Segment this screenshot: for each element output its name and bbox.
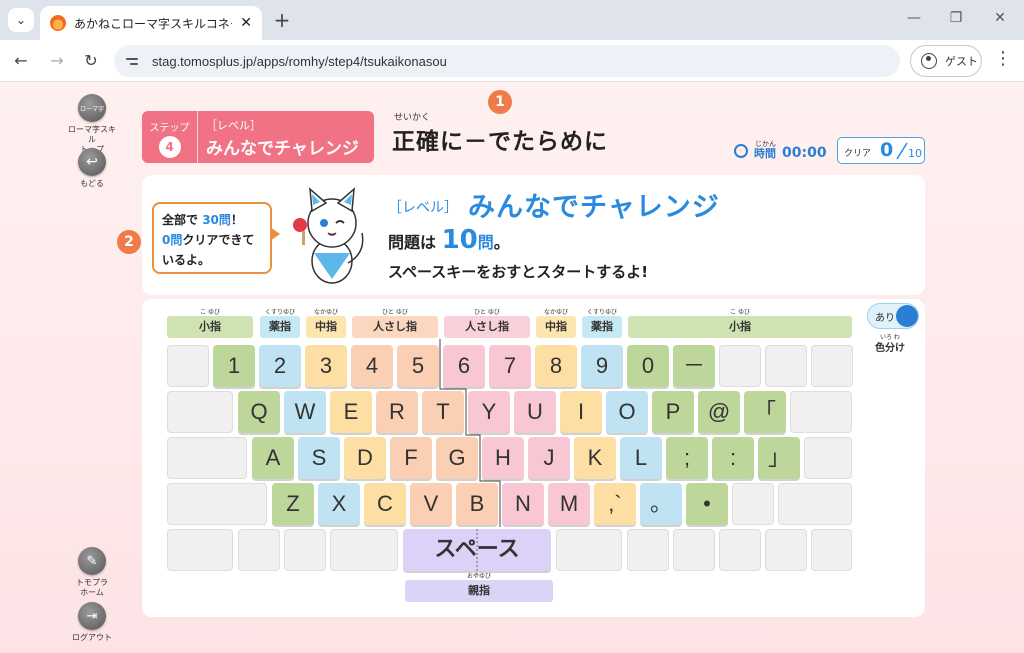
progress-speech-bubble: 全部で 30問！ 0問クリアできて いるよ。 <box>152 202 272 274</box>
bubble-text: ！ <box>230 213 243 227</box>
bubble-text: 全部で <box>162 213 199 227</box>
browser-menu-icon[interactable]: ⋮ <box>994 48 1012 69</box>
timer: 時間 00:00 <box>734 144 827 161</box>
step-number-block: ステップ 4 <box>142 111 198 163</box>
level-name: みんなでチャレンジ <box>468 192 720 223</box>
profile-guest-button[interactable]: ゲスト <box>910 45 982 77</box>
clear-total: 10 <box>908 147 922 160</box>
question-number: 10 <box>441 225 478 255</box>
browser-toolbar: ← → ↻ stag.tomosplus.jp/apps/romhy/step4… <box>0 40 1024 82</box>
cat-mascot-icon <box>293 187 364 284</box>
marker-2: 2 <box>117 230 141 254</box>
step-number: 4 <box>158 136 181 158</box>
site-settings-icon[interactable] <box>126 53 142 69</box>
url-text: stag.tomosplus.jp/apps/romhy/step4/tsuka… <box>152 53 447 69</box>
question-unit: 問 <box>477 233 494 252</box>
step-word: ステップ <box>149 123 190 134</box>
keyboard-card: こ ゆび 小指 くすりゆび 薬指 なかゆび 中指 ひと ゆび 人さし指 ひと ゆび 人さし… <box>142 299 925 617</box>
tomopla-home-button[interactable]: ✎ トモプラ ホーム <box>67 547 117 598</box>
restore-button[interactable]: ❐ <box>946 10 966 26</box>
sidebar-item-label: もどる <box>80 179 104 188</box>
timer-value: 00:00 <box>782 145 827 161</box>
forward-arrow-icon[interactable]: → <box>46 50 68 72</box>
step-level-name: みんなでチャレンジ <box>206 139 359 159</box>
site-favicon-icon <box>50 15 66 31</box>
question-prefix: 問題は <box>388 233 437 252</box>
question-suffix: 。 <box>493 233 510 252</box>
logout-button[interactable]: ⇥ ログアウト <box>67 602 117 643</box>
sidebar-item-label: ログアウト <box>72 633 112 642</box>
browser-tab[interactable]: あかねこローマ字スキルコネクト タイピ ✕ <box>40 6 262 40</box>
bubble-text: クリアできて <box>182 233 255 247</box>
window-close-button[interactable]: ✕ <box>990 10 1010 26</box>
profile-icon <box>921 53 937 69</box>
hand-split-line <box>439 339 501 577</box>
romaji-icon: ローマ字 <box>78 94 106 122</box>
step-level-label: ［レベル］ <box>206 119 261 132</box>
new-tab-button[interactable]: + <box>272 8 292 32</box>
minimize-button[interactable]: — <box>904 10 924 26</box>
romaji-skill-top-button[interactable]: ローマ字 ローマ字スキル トップ <box>67 94 117 155</box>
guest-label: ゲスト <box>945 55 978 68</box>
step-badge: ステップ 4 ［レベル］ みんなでチャレンジ <box>142 111 374 163</box>
clear-counter: クリア 0 10 <box>837 137 925 164</box>
question-count: 問題は 10問。 <box>388 225 510 255</box>
bubble-total: 30問 <box>202 213 231 227</box>
start-instruction: スペースキーをおすとスタートするよ! <box>388 263 649 281</box>
logout-icon: ⇥ <box>78 602 106 630</box>
reload-icon[interactable]: ↻ <box>80 50 102 72</box>
tab-close-icon[interactable]: ✕ <box>240 15 252 31</box>
browser-tab-bar: ⌄ あかねこローマ字スキルコネクト タイピ ✕ + — ❐ ✕ <box>0 0 1024 40</box>
app-content: ローマ字 ローマ字スキル トップ ↩ もどる ✎ トモプラ ホーム ⇥ ログアウ… <box>0 82 1024 653</box>
bubble-text: いるよ。 <box>162 253 211 267</box>
home-pen-icon: ✎ <box>78 547 106 575</box>
back-arrow-icon[interactable]: ← <box>10 50 32 72</box>
time-ruby: じかん <box>755 140 776 148</box>
fraction-slash-icon <box>896 142 908 160</box>
clear-value: 0 <box>880 139 894 161</box>
back-button[interactable]: ↩ もどる <box>67 148 117 189</box>
return-icon: ↩ <box>78 148 106 176</box>
level-info-card: 全部で 30問！ 0問クリアできて いるよ。 ［レベル］ みんなでチャレンジ 問… <box>142 175 925 295</box>
bubble-cleared: 0問 <box>162 233 183 247</box>
tab-title: あかねこローマ字スキルコネクト タイピ <box>74 16 232 31</box>
address-bar[interactable]: stag.tomosplus.jp/apps/romhy/step4/tsuka… <box>114 45 900 77</box>
level-label: ［レベル］ <box>388 200 458 216</box>
clock-icon <box>734 144 748 158</box>
bubble-tail <box>270 227 280 241</box>
tab-search-button[interactable]: ⌄ <box>8 8 34 32</box>
sidebar-item-label: トモプラ ホーム <box>76 578 108 597</box>
marker-1: 1 <box>488 90 512 114</box>
page-title: 正確に－でたらめに <box>392 129 608 155</box>
clear-label: クリア <box>844 149 872 159</box>
